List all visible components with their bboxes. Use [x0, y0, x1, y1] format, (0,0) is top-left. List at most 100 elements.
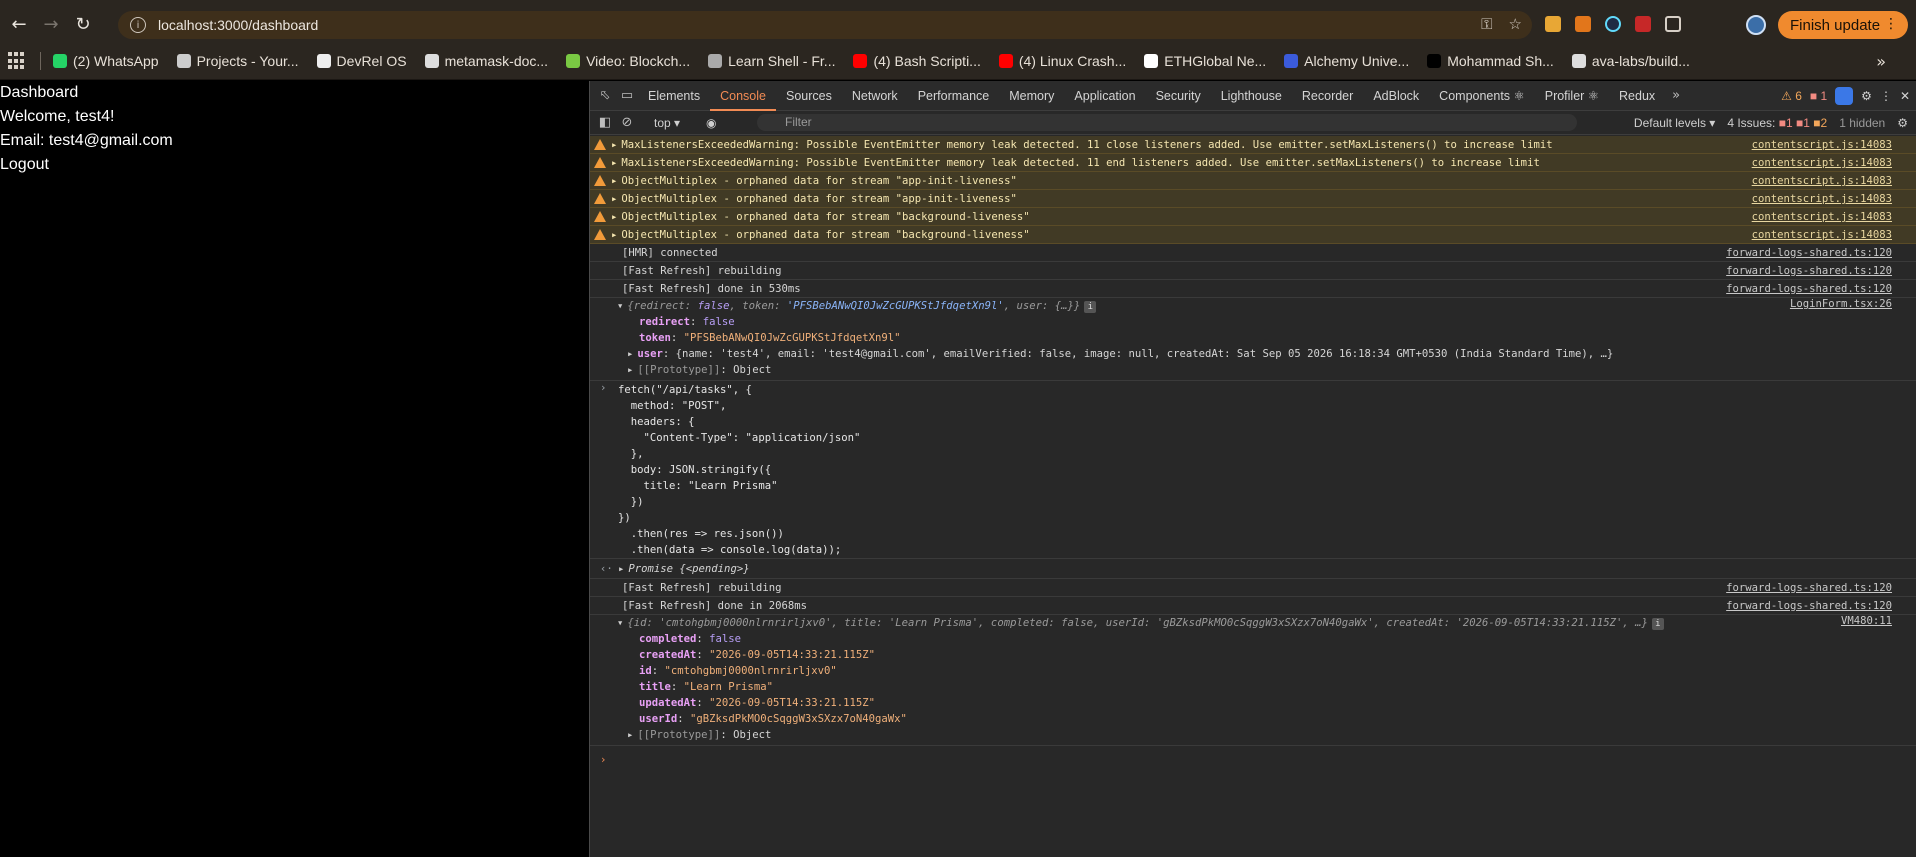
back-icon[interactable]: ← — [4, 10, 34, 40]
issues-button[interactable]: 4 Issues: ■1 ■1 ■2 — [1727, 116, 1827, 130]
finish-update-button[interactable]: Finish update ⋮ — [1778, 11, 1908, 39]
toggle-extension-icon[interactable] — [1835, 87, 1854, 105]
bookmark-item[interactable]: metamask-doc... — [424, 53, 548, 69]
devtools-tab[interactable]: Memory — [999, 81, 1064, 111]
device-toolbar-icon[interactable]: ▭ — [616, 85, 638, 107]
inspect-element-icon[interactable]: ⬁ — [594, 85, 616, 107]
clear-console-icon[interactable]: ⊘ — [616, 112, 638, 134]
console-warning-row[interactable]: ▸ ObjectMultiplex - orphaned data for str… — [590, 172, 1916, 190]
bookmark-item[interactable]: Mohammad Sh... — [1427, 53, 1554, 69]
prototype-expander[interactable]: ▸ [[Prototype]]: Object — [627, 362, 1916, 378]
user-expander[interactable]: ▸ user: {name: 'test4', email: 'test4@gma… — [627, 346, 1916, 362]
bookmark-label: DevRel OS — [336, 53, 407, 69]
devtools-menu-icon[interactable]: ⋮ — [1880, 89, 1892, 103]
devtools-tab[interactable]: Performance — [908, 81, 1000, 111]
console-warning-row[interactable]: ▸ ObjectMultiplex - orphaned data for str… — [590, 208, 1916, 226]
profile-avatar[interactable] — [1746, 15, 1766, 35]
key-icon[interactable]: ⚿ — [1481, 15, 1492, 33]
devtools-tab[interactable]: Components ⚛ — [1429, 81, 1535, 111]
reload-icon[interactable]: ↻ — [68, 10, 98, 40]
devtools-tab[interactable]: Profiler ⚛ — [1535, 81, 1609, 111]
book-extension-icon[interactable] — [1635, 16, 1651, 32]
devtools-tab[interactable]: Recorder — [1292, 81, 1363, 111]
devtools-tab[interactable]: AdBlock — [1363, 81, 1429, 111]
pencil-extension-icon[interactable] — [1545, 16, 1561, 32]
expand-triangle-icon[interactable]: ▸ — [611, 229, 617, 241]
devtools-tab[interactable]: Elements — [638, 81, 710, 111]
warning-source-link[interactable]: contentscript.js:14083 — [1752, 136, 1892, 153]
task-source-link[interactable]: VM480:11 — [1841, 615, 1892, 627]
devtools-tab[interactable]: Lighthouse — [1211, 81, 1292, 111]
bookmark-star-icon[interactable]: ☆ — [1509, 15, 1522, 33]
login-source-link[interactable]: LoginForm.tsx:26 — [1790, 298, 1892, 310]
console-filter-input[interactable]: Filter — [757, 114, 1577, 131]
puzzle-icon[interactable] — [1665, 16, 1681, 32]
log-source-link[interactable]: forward-logs-shared.ts:120 — [1726, 579, 1892, 596]
close-devtools-icon[interactable]: ✕ — [1900, 89, 1910, 103]
console-warning-row[interactable]: ▸ ObjectMultiplex - orphaned data for str… — [590, 226, 1916, 244]
bookmarks-overflow-icon[interactable]: » — [1876, 52, 1886, 71]
bookmark-item[interactable]: (2) WhatsApp — [53, 53, 159, 69]
expand-triangle-icon[interactable]: ▸ — [611, 193, 617, 205]
metamask-extension-icon[interactable] — [1575, 16, 1591, 32]
promise-result[interactable]: ‹· ▸ Promise {<pending>} — [590, 559, 1916, 579]
more-tabs-icon[interactable]: » — [1665, 85, 1687, 107]
error-count-badge[interactable]: ■ 1 — [1810, 89, 1827, 103]
site-info-icon[interactable]: i — [130, 17, 146, 33]
log-source-link[interactable]: forward-logs-shared.ts:120 — [1726, 280, 1892, 297]
task-object-summary[interactable]: ▾ {id: 'cmtohgbmj0000nlrnrirljxv0', title… — [617, 615, 1916, 631]
github-icon — [424, 54, 439, 68]
warning-count-badge[interactable]: ⚠ 6 — [1781, 89, 1802, 103]
bookmark-item[interactable]: Alchemy Unive... — [1284, 53, 1409, 69]
address-bar[interactable]: i localhost:3000/dashboard ⚿ ☆ — [118, 11, 1532, 39]
log-source-link[interactable]: forward-logs-shared.ts:120 — [1726, 597, 1892, 614]
bookmark-item[interactable]: Projects - Your... — [176, 53, 299, 69]
warning-source-link[interactable]: contentscript.js:14083 — [1752, 190, 1892, 207]
devtools-tab[interactable]: Redux — [1609, 81, 1665, 111]
log-levels-dropdown[interactable]: Default levels ▾ — [1634, 116, 1715, 130]
log-source-link[interactable]: forward-logs-shared.ts:120 — [1726, 262, 1892, 279]
code-line: fetch("/api/tasks", { — [618, 384, 752, 396]
apps-grid-icon[interactable] — [8, 52, 26, 70]
devtools-tab[interactable]: Sources — [776, 81, 842, 111]
bookmark-item[interactable]: DevRel OS — [316, 53, 407, 69]
devrel-icon — [316, 54, 331, 68]
log-source-link[interactable]: forward-logs-shared.ts:120 — [1726, 244, 1892, 261]
expand-triangle-icon[interactable]: ▸ — [611, 211, 617, 223]
devtools-tab[interactable]: Console — [710, 81, 776, 111]
warning-source-link[interactable]: contentscript.js:14083 — [1752, 226, 1892, 243]
settings-gear-icon[interactable]: ⚙ — [1861, 89, 1872, 103]
bookmark-item[interactable]: Learn Shell - Fr... — [708, 53, 835, 69]
console-prompt[interactable]: › — [590, 746, 1916, 776]
forward-icon[interactable]: → — [36, 10, 66, 40]
logout-button[interactable]: Logout — [0, 153, 589, 177]
expand-triangle-icon[interactable]: ▸ — [611, 157, 617, 169]
console-settings-icon[interactable]: ⚙ — [1897, 116, 1908, 130]
console-warning-row[interactable]: ▸ MaxListenersExceededWarning: Possible E… — [590, 154, 1916, 172]
live-expression-eye-icon[interactable]: ◉ — [706, 116, 716, 130]
console-warning-row[interactable]: ▸ ObjectMultiplex - orphaned data for str… — [590, 190, 1916, 208]
react-devtools-icon[interactable] — [1605, 16, 1621, 32]
bookmark-item[interactable]: ava-labs/build... — [1571, 53, 1690, 69]
warning-source-link[interactable]: contentscript.js:14083 — [1752, 208, 1892, 225]
bookmark-item[interactable]: (4) Bash Scripti... — [853, 53, 981, 69]
context-label: top — [654, 115, 671, 130]
task-prototype-expander[interactable]: ▸ [[Prototype]]: Object — [627, 727, 1916, 743]
expand-triangle-icon[interactable]: ▸ — [611, 175, 617, 187]
expand-triangle-icon[interactable]: ▸ — [611, 139, 617, 151]
console-warning-row[interactable]: ▸ MaxListenersExceededWarning: Possible E… — [590, 136, 1916, 154]
login-object-summary[interactable]: ▾ {redirect: false, token: 'PFSBebANwQI0J… — [617, 298, 1916, 314]
more-vert-icon[interactable]: ⋮ — [1884, 16, 1898, 32]
devtools-tab[interactable]: Application — [1064, 81, 1145, 111]
url-text[interactable]: localhost:3000/dashboard — [158, 17, 318, 33]
warning-source-link[interactable]: contentscript.js:14083 — [1752, 172, 1892, 189]
devtools-tab[interactable]: Security — [1146, 81, 1211, 111]
context-selector[interactable]: top ▾ — [654, 116, 680, 130]
sidebar-toggle-icon[interactable]: ◧ — [594, 112, 616, 134]
bookmark-item[interactable]: (4) Linux Crash... — [998, 53, 1126, 69]
warning-source-link[interactable]: contentscript.js:14083 — [1752, 154, 1892, 171]
bookmark-item[interactable]: Video: Blockch... — [566, 53, 690, 69]
code-line: method: "POST", — [618, 400, 727, 412]
bookmark-item[interactable]: ETHGlobal Ne... — [1144, 53, 1266, 69]
devtools-tab[interactable]: Network — [842, 81, 908, 111]
